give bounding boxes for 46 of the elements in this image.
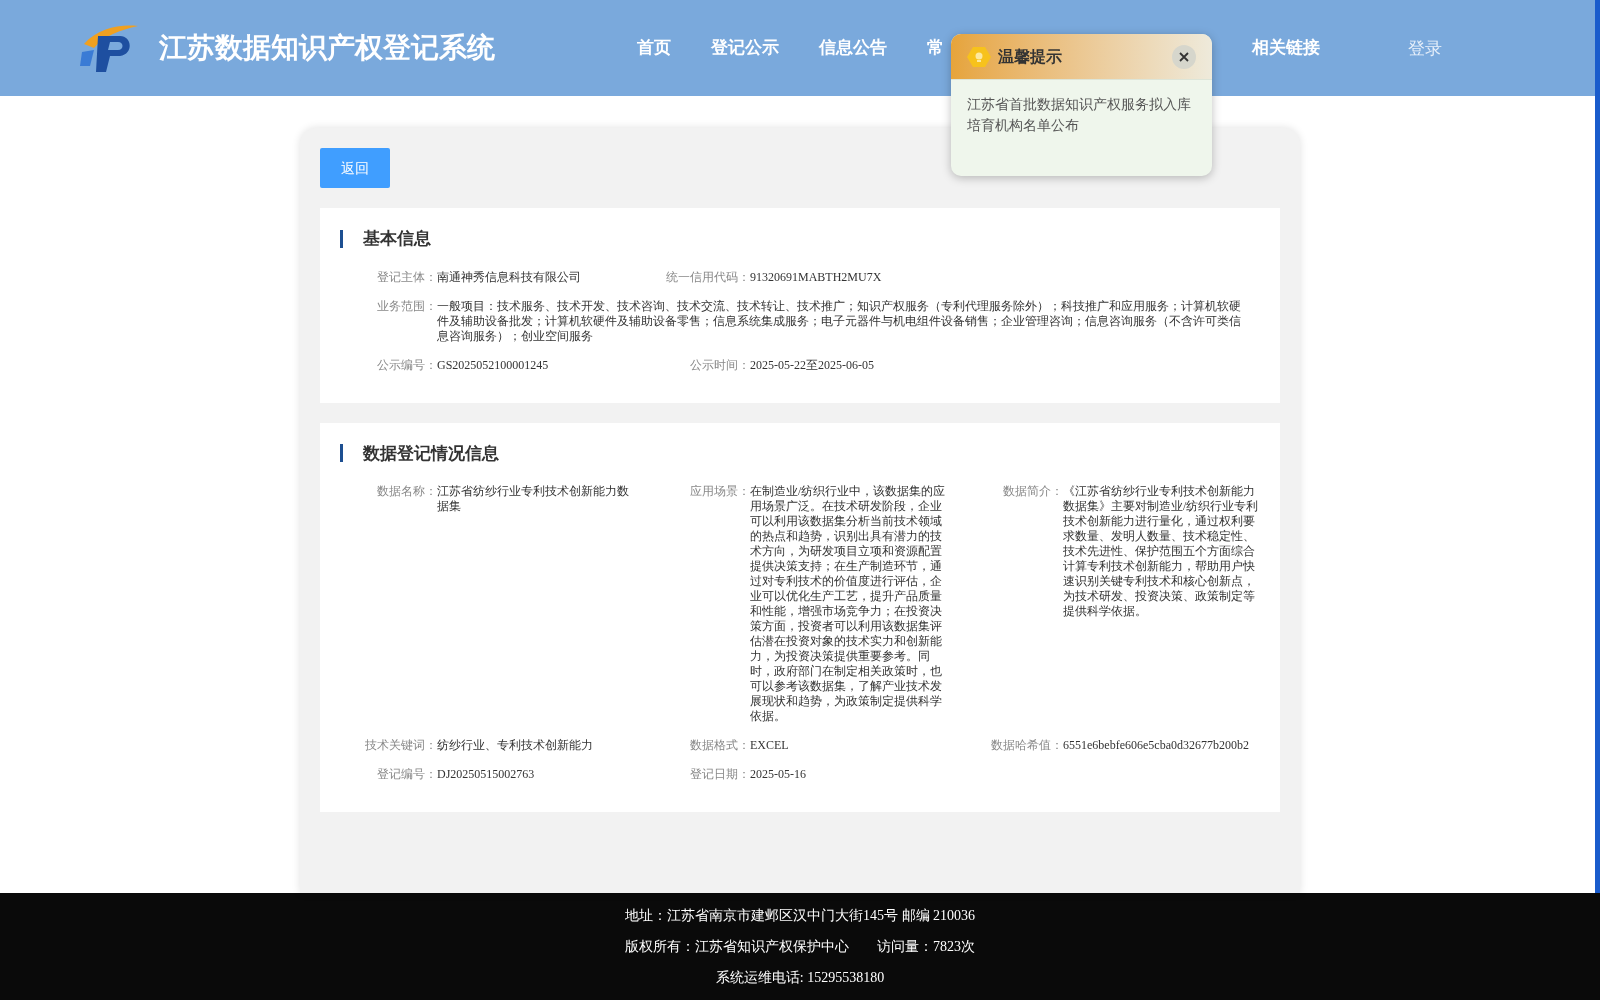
- field-value: 《江苏省纺纱行业专利技术创新能力数据集》主要对制造业/纺织行业专利技术创新能力进行量化，通过权利要求数量、发明人数量、技术稳定性、技术先进性、保护范围五个方面综合计算专利技术创新能力，帮助用户快速识别关键专利技术和核心创新点，为技术研发、投资决策、政策制定等提供科学依据。: [1063, 484, 1260, 620]
- field-label: 公示编号：: [376, 357, 437, 373]
- field-value: 6551e6bebfe606e5cba0d32677b200b2: [1063, 738, 1250, 753]
- section-marker: [340, 444, 343, 463]
- close-button[interactable]: [1172, 44, 1196, 69]
- bulb-icon: [967, 45, 991, 68]
- field-label: 登记日期：: [689, 767, 750, 782]
- field-value: 91320691MABTH2MU7X: [750, 269, 883, 285]
- field-label: 数据名称：: [376, 484, 437, 500]
- section-title: 数据登记情况信息: [363, 442, 499, 465]
- field-label: 登记编号：: [376, 767, 437, 782]
- field-label: 数据哈希值：: [990, 738, 1063, 753]
- field-label: 公示时间：: [689, 357, 750, 373]
- nav-link[interactable]: 信息公告: [819, 35, 887, 61]
- nav-link[interactable]: 相关链接: [1252, 35, 1320, 61]
- field-value: 纺纱行业、专利技术创新能力: [437, 738, 594, 753]
- footer-text: 地址：江苏省南京市建邺区汉中门大街145号 邮编 210036: [625, 906, 975, 925]
- footer-text: 系统运维电话: 15295538180: [715, 968, 885, 987]
- field-value: 2025-05-16: [750, 767, 807, 782]
- field-label: 应用场景：: [689, 484, 750, 500]
- nav-link[interactable]: 首页: [637, 35, 671, 61]
- notice-title: 温馨提示: [998, 46, 1062, 67]
- field-value: EXCEL: [750, 738, 790, 753]
- footer-text: 版权所有：江苏省知识产权保护中心 访问量：7823次: [625, 937, 975, 956]
- field-value: GS2025052100001245: [437, 357, 550, 373]
- field-label: 数据格式：: [689, 738, 750, 753]
- field-label: 登记主体：: [376, 269, 437, 285]
- field-label: 技术关键词：: [364, 738, 437, 753]
- field-value: 在制造业/纺织行业中，该数据集的应用场景广泛。在技术研发阶段，企业可以利用该数据集分析当前技术领域的热点和趋势，识别出具有潜力的技术方向，为研发项目立项和资源配置提供决策支持；在生产制造环节，通过对专利技术的价值度进行评估，企业可以优化生产工艺，提升产品质量和性能，增强市场竞争力；在投资决策方面，投资者可以利用该数据集评估潜在投资对象的技术实力和创新能力，为投资决策提供重要参考。同时，政府部门在制定相关政策时，也可以参考该数据集，了解产业技术发展现状和趋势，为政策制定提供科学依据。: [750, 484, 947, 724]
- field-value: 一般项目：技术服务、技术开发、技术咨询、技术交流、技术转让、技术推广；知识产权服务（专利代理服务除外）；科技推广和应用服务；计算机软硬件及辅助设备批发；计算机软硬件及辅助设备零售；信息系统集成服务；电子元器件与机电组件设备销售；企业管理咨询；信息咨询服务（不含许可类信息咨询服务）；创业空间服务: [437, 298, 1242, 344]
- nav-link[interactable]: 常: [927, 35, 944, 61]
- nav-link[interactable]: 登记公示: [711, 35, 779, 61]
- login-link[interactable]: 登录: [1408, 36, 1442, 62]
- field-value: 2025-05-22至2025-06-05: [750, 357, 875, 373]
- close-icon: [1178, 50, 1190, 63]
- field-label: 业务范围：: [376, 298, 437, 315]
- section-title: 基本信息: [363, 228, 431, 250]
- field-label: 统一信用代码：: [665, 269, 750, 285]
- field-label: 数据简介：: [1002, 484, 1063, 500]
- notice-text: 江苏省首批数据知识产权服务拟入库培育机构名单公布: [966, 95, 1192, 135]
- field-value: 江苏省纺纱行业专利技术创新能力数据集: [437, 484, 630, 515]
- site-title: 江苏数据知识产权登记系统: [159, 31, 495, 65]
- back-button[interactable]: 返回: [320, 148, 390, 188]
- section-marker: [340, 229, 343, 248]
- field-value: 南通神秀信息科技有限公司: [437, 269, 582, 285]
- field-value: DJ20250515002763: [437, 767, 536, 782]
